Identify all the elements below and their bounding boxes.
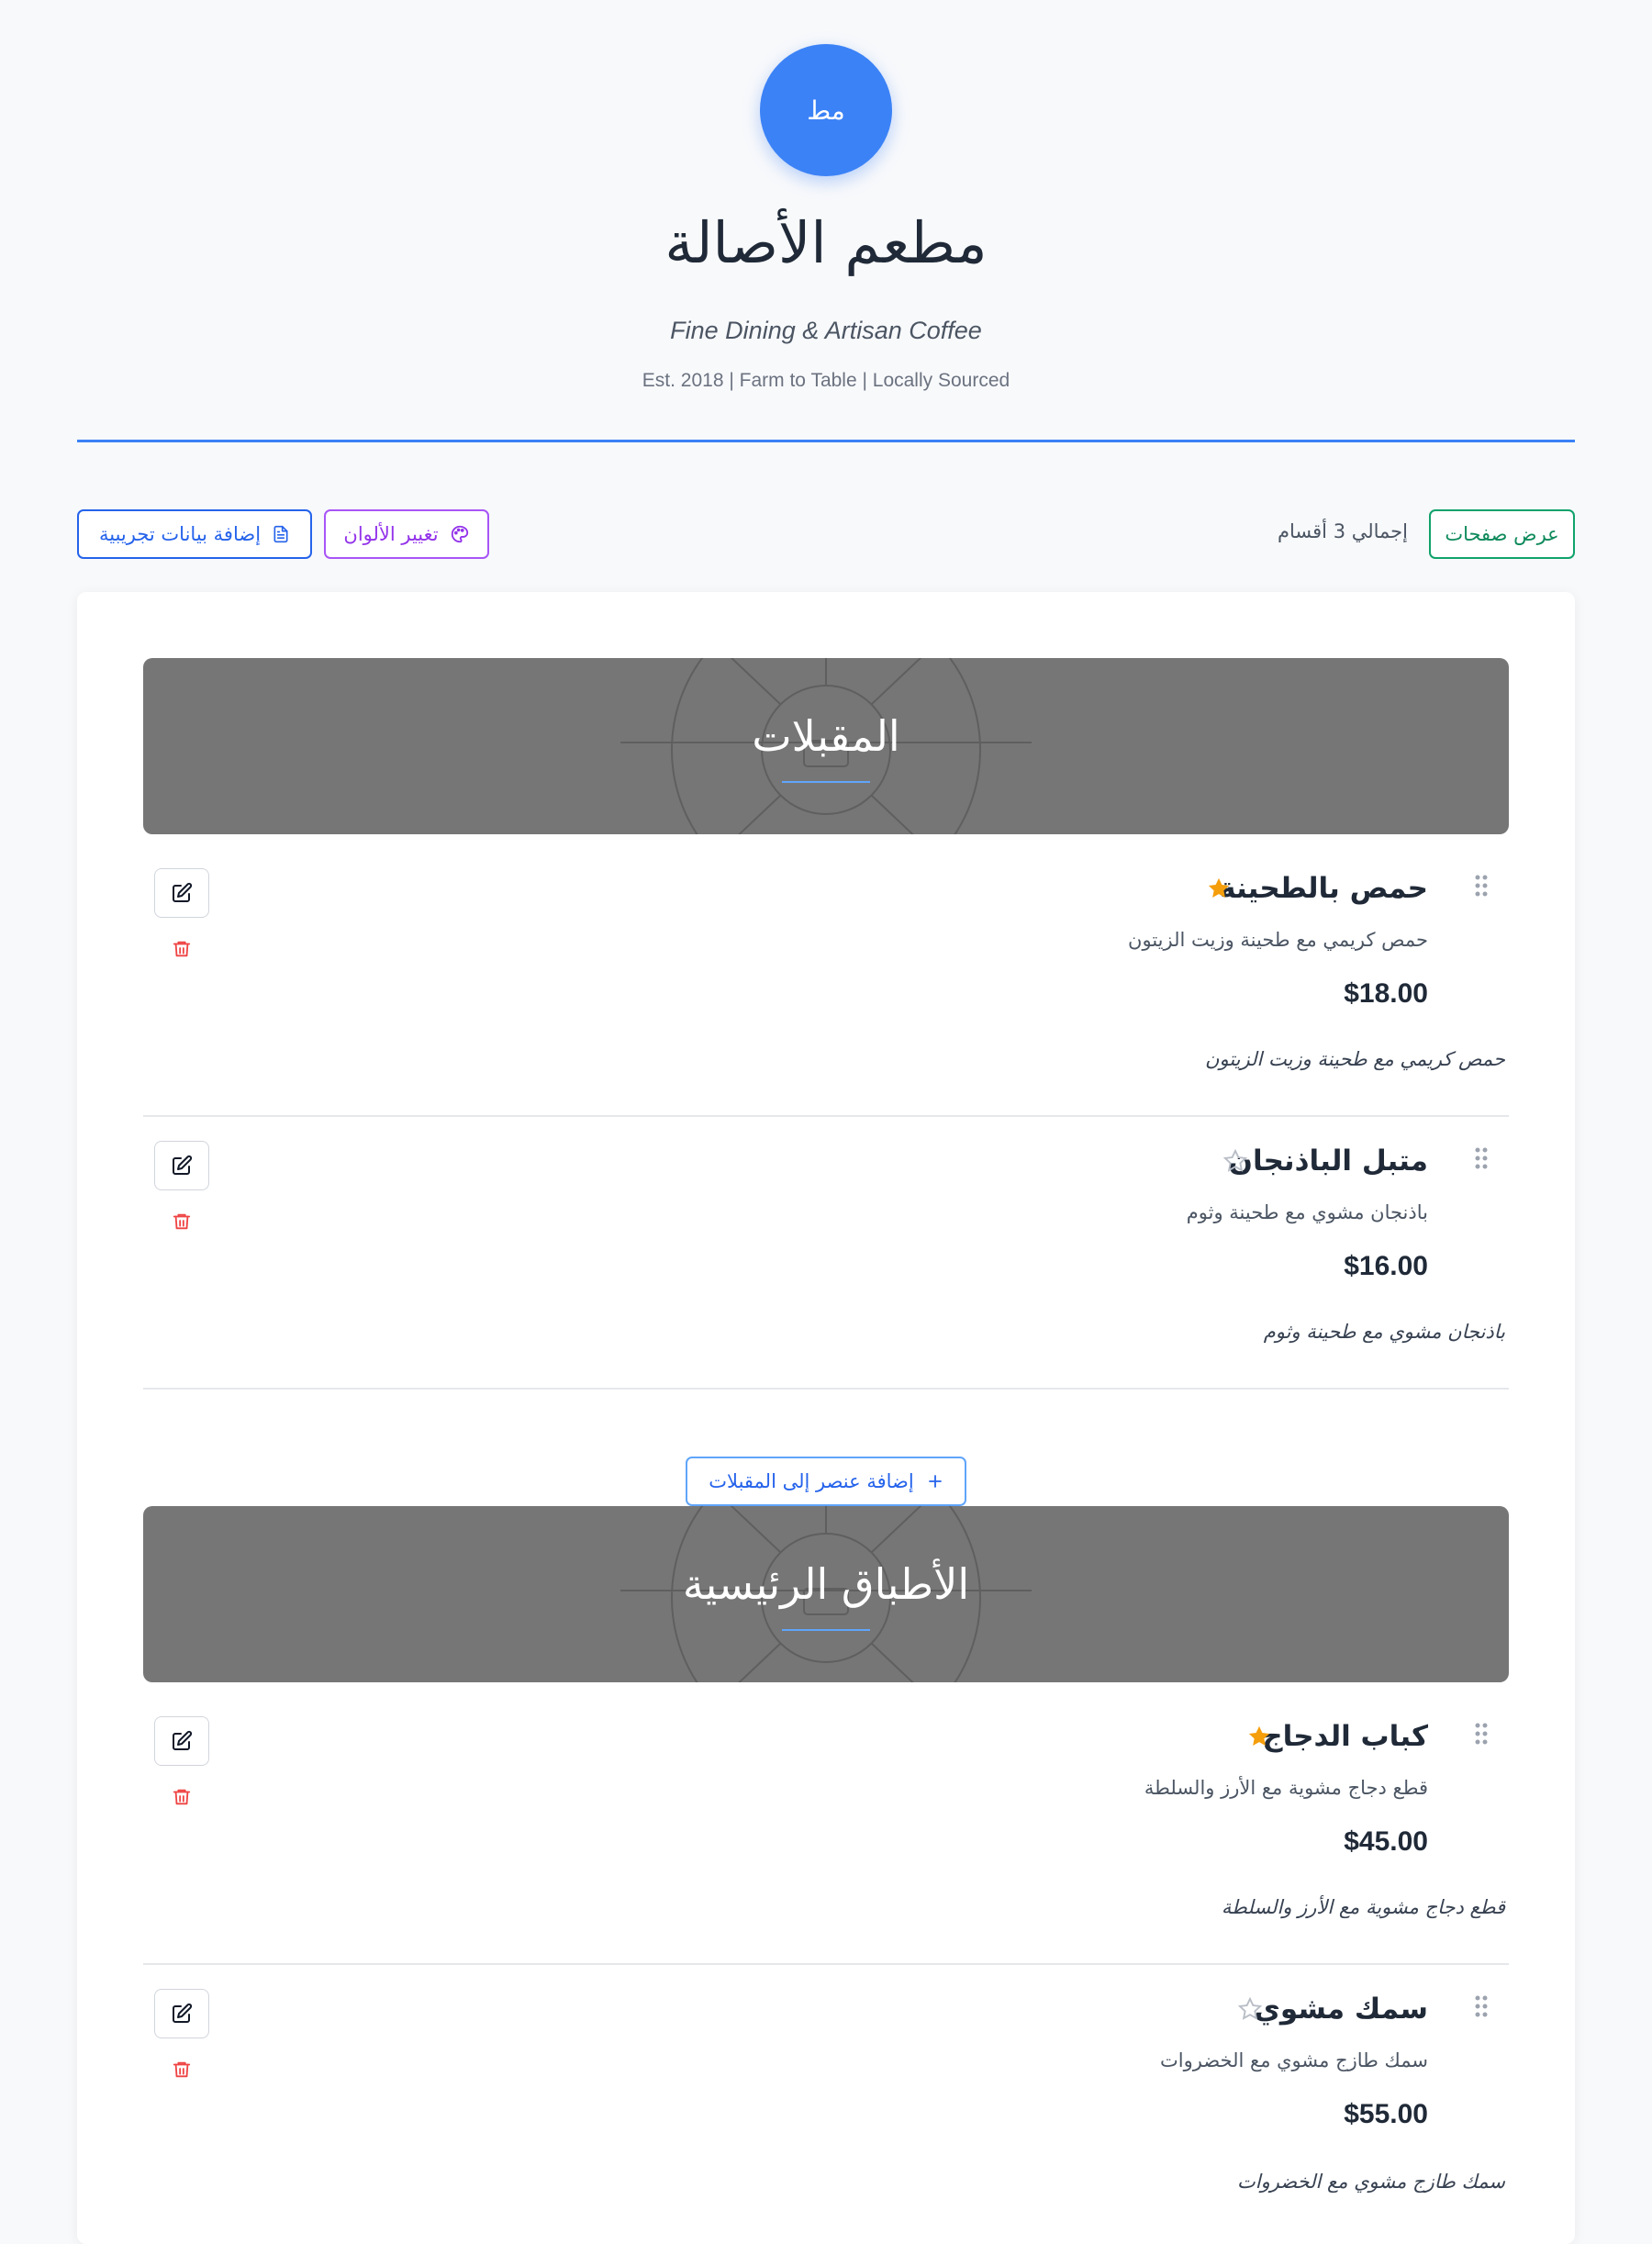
trash-icon <box>173 1213 191 1230</box>
menu-item: حمص بالطحينة حمص كريمي مع طحينة وزيت الز… <box>143 844 1509 1117</box>
item-description: حمص كريمي مع طحينة وزيت الزيتون <box>1128 929 1428 951</box>
item-description: سمك طازج مشوي مع الخضروات <box>1160 2049 1428 2071</box>
section-title-underline <box>782 1629 870 1631</box>
item-name: كباب الدجاج <box>1262 1720 1428 1753</box>
star-outline-icon[interactable] <box>1237 1996 1263 2022</box>
item-description: باذنجان مشوي مع طحينة وثوم <box>1186 1201 1428 1223</box>
item-name: سمك مشوي <box>1254 1993 1428 2026</box>
item-name: متبل الباذنجان <box>1228 1144 1428 1178</box>
item-note: قطع دجاج مشوية مع الأرز والسلطة <box>1221 1896 1505 1918</box>
add-item-to-appetizers-button[interactable]: إضافة عنصر إلى المقبلات <box>686 1457 966 1506</box>
item-note: باذنجان مشوي مع طحينة وثوم <box>1263 1321 1505 1343</box>
drag-handle-icon[interactable] <box>1474 874 1489 898</box>
add-sample-data-label: إضافة بيانات تجريبية <box>98 523 262 545</box>
item-note: حمص كريمي مع طحينة وزيت الزيتون <box>1205 1048 1505 1070</box>
delete-item-button[interactable] <box>170 1784 194 1810</box>
add-item-label: إضافة عنصر إلى المقبلات <box>709 1470 914 1492</box>
restaurant-title: مطعم الأصالة <box>664 209 988 276</box>
logo-text: مط <box>807 95 845 126</box>
star-filled-icon[interactable] <box>1206 876 1232 901</box>
trash-icon <box>173 1789 191 1805</box>
view-pages-label: عرض صفحات <box>1445 523 1559 545</box>
item-description: قطع دجاج مشوية مع الأرز والسلطة <box>1144 1777 1428 1799</box>
delete-item-button[interactable] <box>170 936 194 962</box>
change-colors-button[interactable]: تغيير الألوان <box>324 509 489 559</box>
item-price: $45.00 <box>1344 1826 1428 1857</box>
menu-item: سمك مشوي سمك طازج مشوي مع الخضروات $55.0… <box>143 1965 1509 2238</box>
section-banner-appetizers: المقبلات <box>143 658 1509 834</box>
restaurant-established: Est. 2018 | Farm to Table | Locally Sour… <box>642 370 1010 391</box>
item-price: $16.00 <box>1344 1251 1428 1281</box>
drag-handle-icon[interactable] <box>1474 1146 1489 1170</box>
item-price: $55.00 <box>1344 2099 1428 2129</box>
edit-icon <box>173 2003 193 2023</box>
edit-icon <box>173 1730 193 1750</box>
header-divider <box>77 440 1575 442</box>
trash-icon <box>173 941 191 957</box>
edit-icon <box>173 1155 193 1175</box>
star-outline-icon[interactable] <box>1222 1148 1248 1174</box>
add-sample-data-button[interactable]: إضافة بيانات تجريبية <box>77 509 312 559</box>
delete-item-button[interactable] <box>170 2057 194 2082</box>
trash-icon <box>173 2061 191 2078</box>
drag-handle-icon[interactable] <box>1474 1994 1489 2018</box>
drag-handle-icon[interactable] <box>1474 1722 1489 1746</box>
palette-icon <box>450 524 470 544</box>
total-sections-count: إجمالي 3 أقسام <box>1278 520 1408 542</box>
edit-item-button[interactable] <box>154 1141 209 1190</box>
section-banner-main-dishes: الأطباق الرئيسية <box>143 1506 1509 1682</box>
section-title: المقبلات <box>752 711 900 761</box>
menu-item: متبل الباذنجان باذنجان مشوي مع طحينة وثو… <box>143 1117 1509 1390</box>
menu-item: كباب الدجاج قطع دجاج مشوية مع الأرز والس… <box>143 1692 1509 1965</box>
section-title: الأطباق الرئيسية <box>682 1559 970 1609</box>
section-title-underline <box>782 781 870 783</box>
document-icon <box>272 524 290 544</box>
restaurant-tagline: Fine Dining & Artisan Coffee <box>670 317 982 344</box>
star-filled-icon[interactable] <box>1246 1724 1272 1749</box>
item-name: حمص بالطحينة <box>1219 872 1428 905</box>
delete-item-button[interactable] <box>170 1209 194 1234</box>
item-note: سمك طازج مشوي مع الخضروات <box>1237 2171 1505 2193</box>
edit-item-button[interactable] <box>154 1989 209 2038</box>
item-price: $18.00 <box>1344 978 1428 1009</box>
view-pages-button[interactable]: عرض صفحات <box>1429 509 1575 559</box>
plus-icon <box>927 1473 943 1490</box>
change-colors-label: تغيير الألوان <box>343 523 439 545</box>
edit-icon <box>173 882 193 902</box>
edit-item-button[interactable] <box>154 868 209 918</box>
restaurant-logo: مط <box>760 44 892 176</box>
edit-item-button[interactable] <box>154 1716 209 1766</box>
